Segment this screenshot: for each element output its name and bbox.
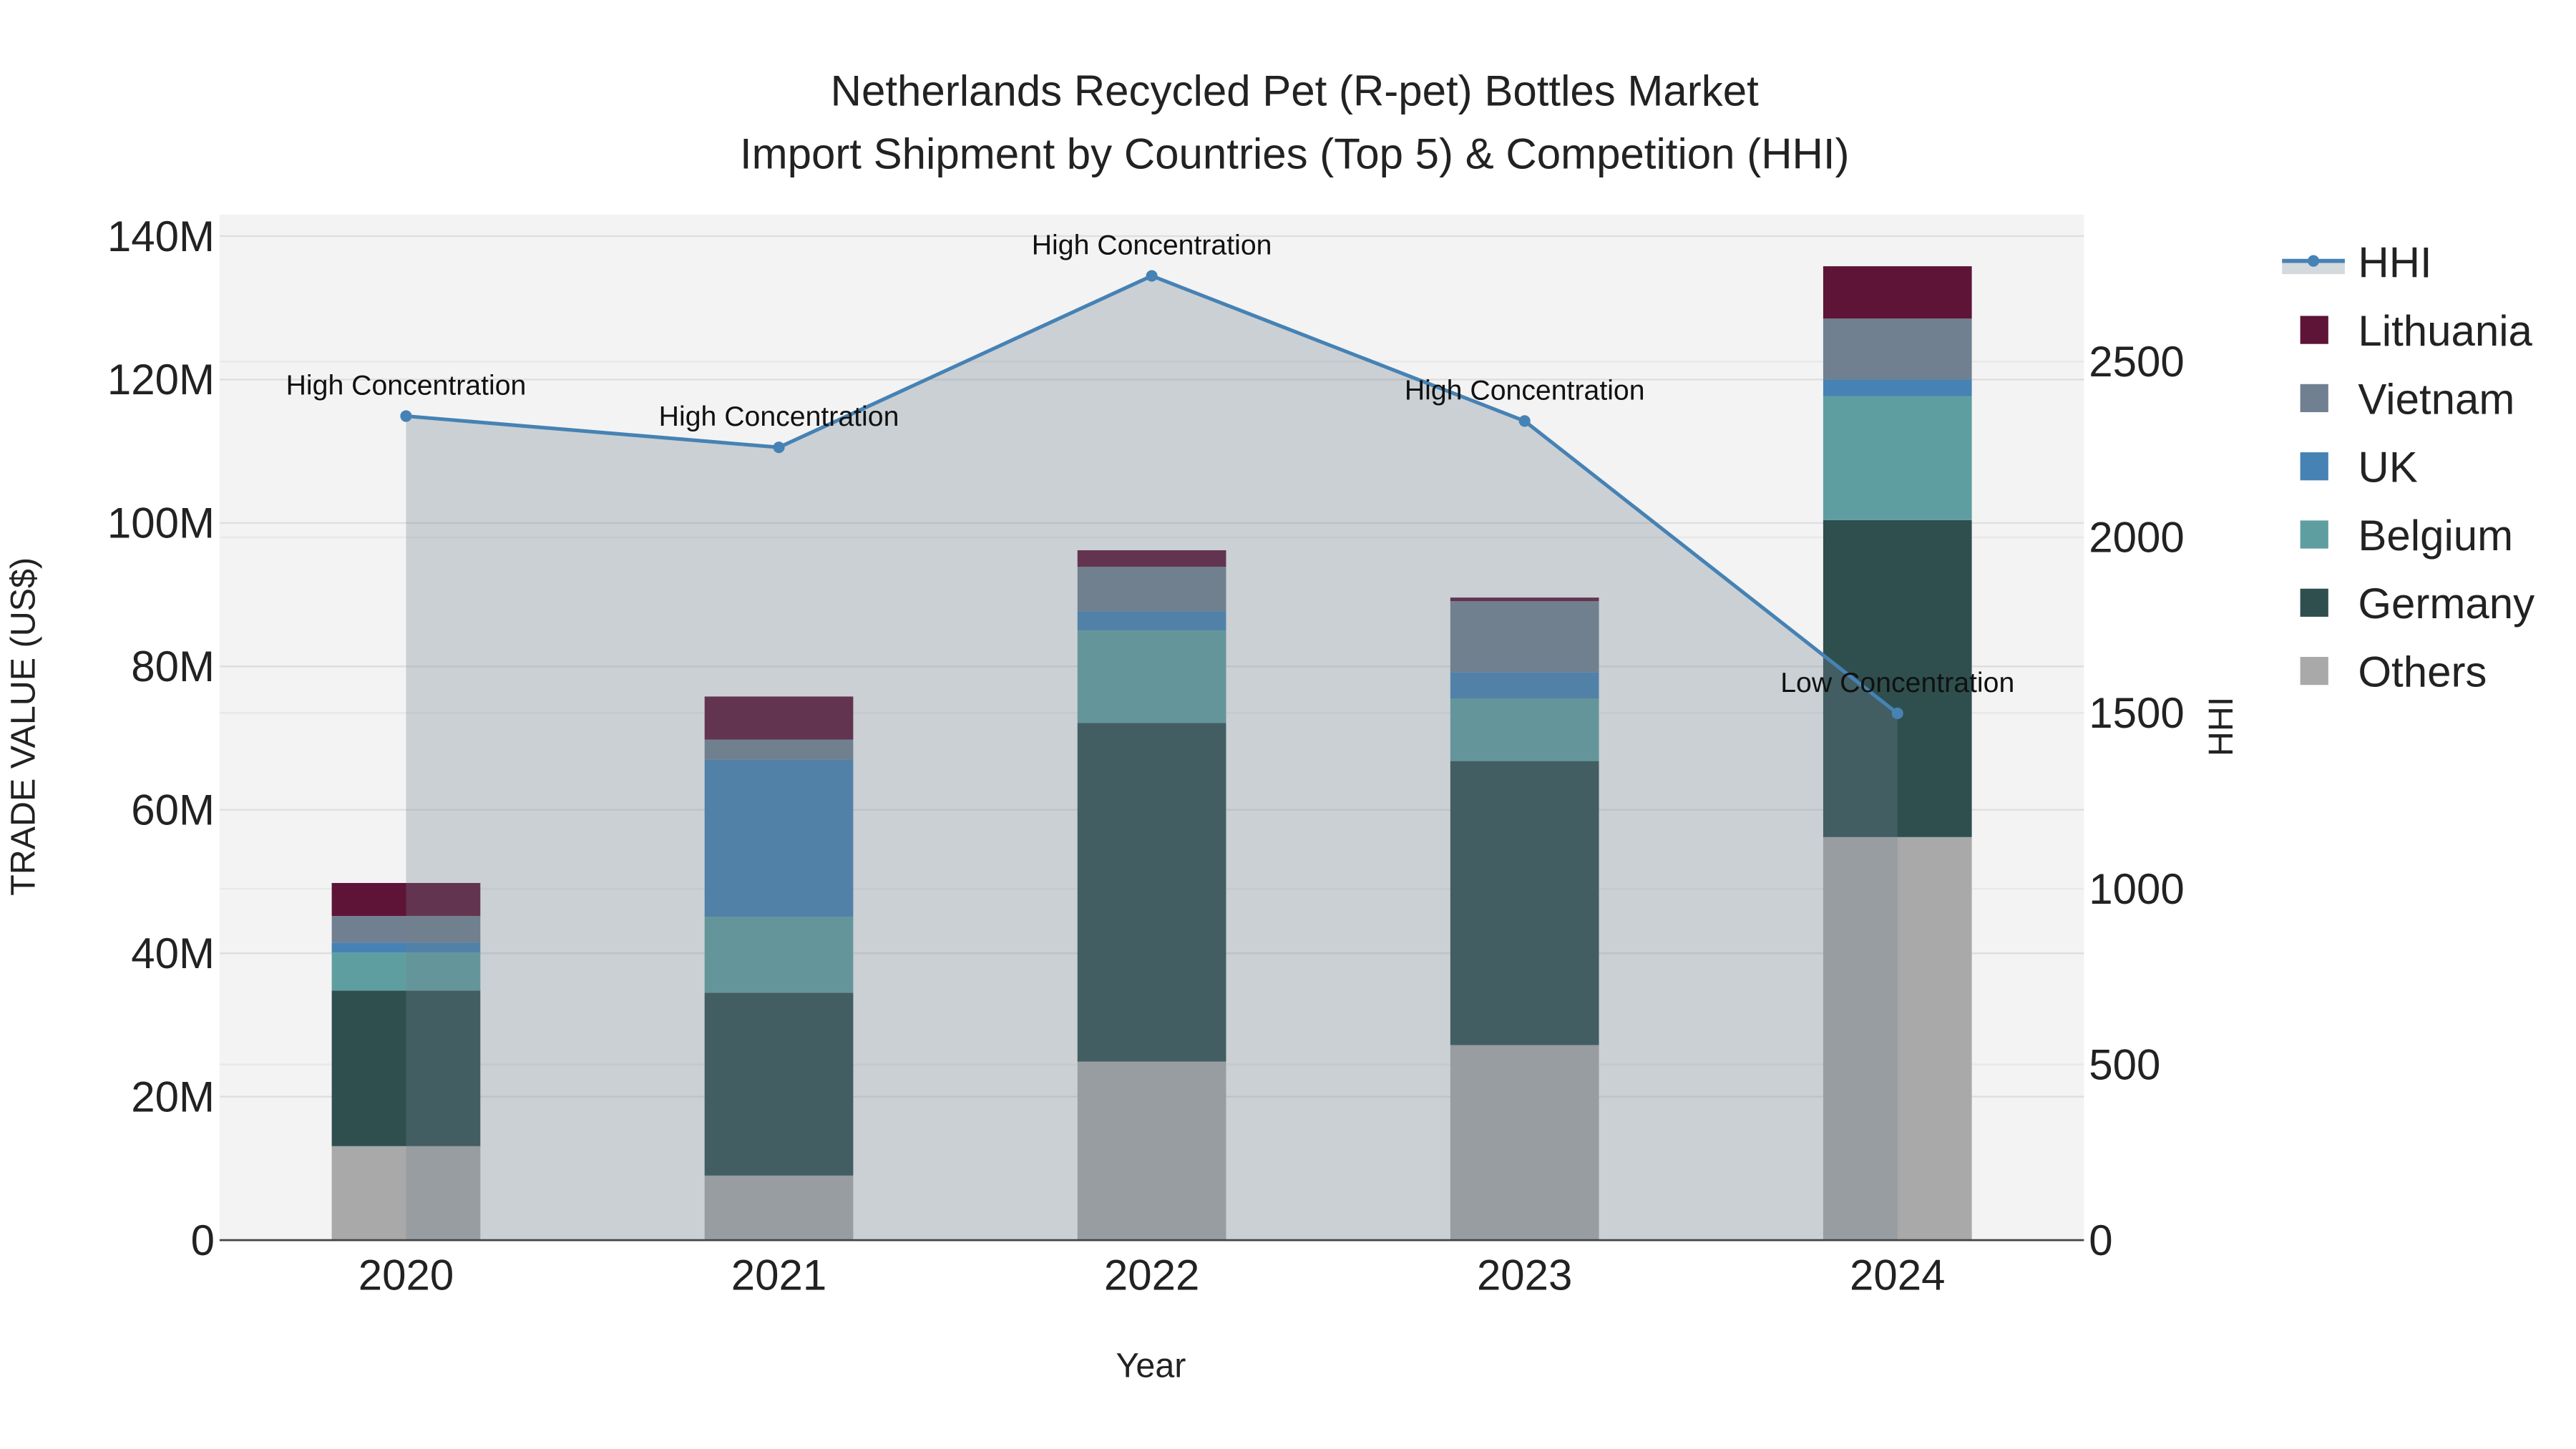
y-axis-title: TRADE VALUE (US$) — [4, 557, 42, 896]
x-tick-label: 2024 — [1850, 1251, 1945, 1299]
legend-label: UK — [2358, 444, 2417, 492]
y-tick-label: 80M — [131, 643, 215, 691]
legend-item-belgium[interactable]: Belgium — [2300, 512, 2514, 560]
legend-swatch — [2300, 520, 2328, 549]
y2-axis-title: HHI — [2202, 697, 2240, 756]
legend-item-lithuania[interactable]: Lithuania — [2300, 307, 2533, 355]
legend-item-vietnam[interactable]: Vietnam — [2300, 375, 2515, 423]
legend: HHI Lithuania Vietnam UK Belgium Germany Other… — [2282, 239, 2534, 696]
x-tick-label: 2020 — [358, 1251, 454, 1299]
legend-label: Lithuania — [2358, 307, 2532, 355]
y2-tick-label: 2000 — [2089, 514, 2184, 562]
legend-item-others[interactable]: Others — [2300, 648, 2487, 696]
x-tick-label: 2022 — [1104, 1251, 1199, 1299]
legend-label: Belgium — [2358, 512, 2513, 560]
legend-item-uk[interactable]: UK — [2300, 444, 2418, 492]
legend-label: Vietnam — [2358, 375, 2514, 423]
bar-vietnam-2024 — [1823, 318, 1972, 380]
y2-tick-label: 2500 — [2089, 338, 2184, 386]
hhi-annotation: High Concentration — [1032, 230, 1272, 261]
hhi-annotation: High Concentration — [659, 401, 899, 432]
hhi-point-2023 — [1518, 415, 1531, 427]
legend-label: Others — [2358, 648, 2487, 696]
chart-title-line1: Netherlands Recycled Pet (R-pet) Bottles… — [831, 67, 1760, 115]
legend-swatch — [2300, 384, 2328, 412]
y-tick-label: 140M — [107, 213, 215, 260]
y2-tick-label: 1500 — [2089, 689, 2184, 737]
hhi-annotation: High Concentration — [1405, 374, 1645, 406]
y-tick-label: 120M — [107, 356, 215, 404]
legend-label: HHI — [2358, 239, 2431, 287]
bar-belgium-2024 — [1823, 396, 1972, 520]
legend-swatch-marker — [2308, 255, 2320, 267]
legend-item-germany[interactable]: Germany — [2300, 580, 2535, 628]
legend-swatch — [2300, 316, 2328, 344]
y2-tick-label: 1000 — [2089, 865, 2184, 913]
y-tick-label: 60M — [131, 786, 215, 834]
legend-label: Germany — [2358, 580, 2534, 628]
hhi-point-2020 — [400, 410, 412, 422]
y2-tick-label: 0 — [2089, 1216, 2112, 1264]
hhi-point-2021 — [773, 441, 785, 454]
legend-swatch — [2300, 588, 2328, 617]
x-tick-label: 2023 — [1477, 1251, 1572, 1299]
y-tick-label: 0 — [191, 1216, 215, 1264]
hhi-point-2024 — [1891, 707, 1903, 720]
y-tick-label: 40M — [131, 930, 215, 977]
y2-tick-label: 500 — [2089, 1040, 2160, 1088]
legend-swatch — [2300, 452, 2328, 481]
y-tick-label: 100M — [107, 499, 215, 547]
legend-swatch — [2300, 657, 2328, 686]
bar-lithuania-2024 — [1823, 266, 1972, 319]
x-axis-title: Year — [1116, 1347, 1186, 1385]
bar-uk-2024 — [1823, 379, 1972, 396]
legend-item-hhi[interactable]: HHI — [2282, 239, 2432, 287]
chart: High Concentration High Concentration High… — [4, 67, 2534, 1385]
hhi-annotation: High Concentration — [286, 370, 527, 401]
y-tick-label: 20M — [131, 1073, 215, 1121]
chart-title-line2: Import Shipment by Countries (Top 5) & C… — [740, 130, 1850, 177]
x-tick-label: 2021 — [731, 1251, 826, 1299]
hhi-point-2022 — [1146, 270, 1158, 282]
hhi-annotation: Low Concentration — [1780, 667, 2014, 698]
